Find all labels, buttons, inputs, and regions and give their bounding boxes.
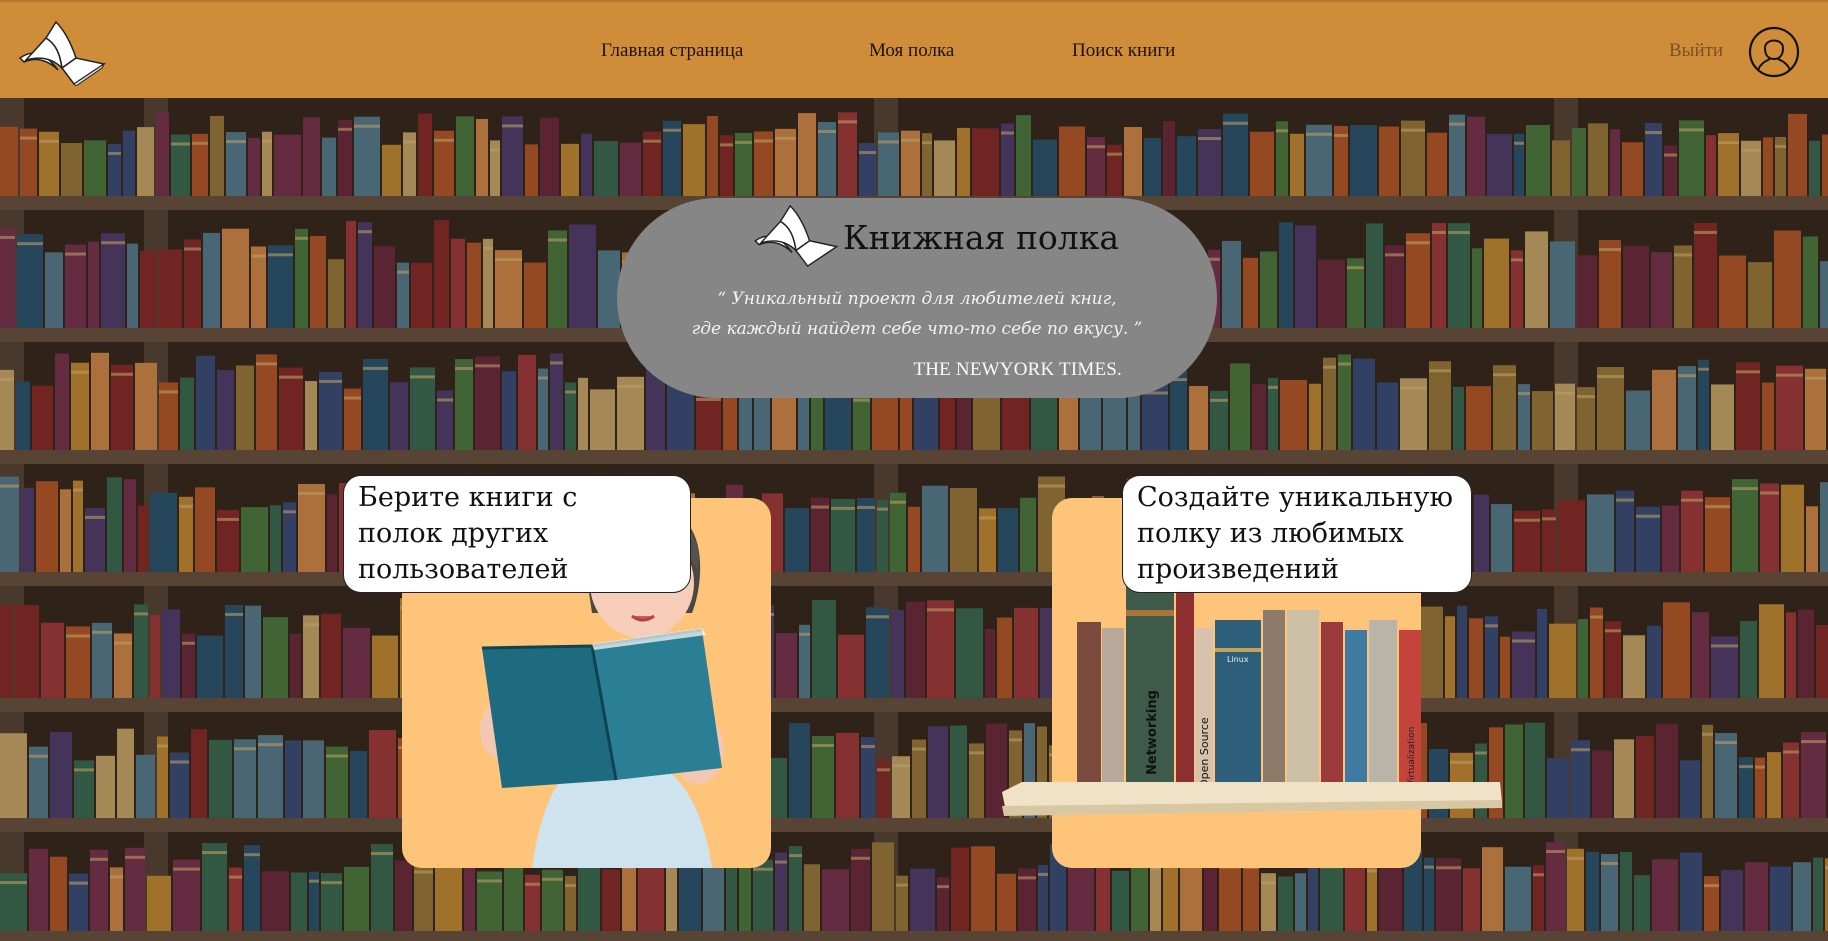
quote-line-2: где каждый найдет себе что-то себе по вк… (691, 319, 1143, 339)
feature-bubble-borrow: Берите книги с полок других пользователе… (343, 475, 691, 593)
feature-bubble-create-shelf: Создайте уникальную полку из любимых про… (1122, 475, 1472, 593)
nav-search-book-link[interactable]: Поиск книги (1072, 40, 1175, 62)
quote-line-1: “ Уникальный проект для любителей книг, (717, 289, 1117, 309)
nav-home-link[interactable]: Главная страница (601, 40, 743, 62)
feature-text-line: пользователей (358, 554, 569, 585)
nav-my-shelf-link[interactable]: Моя полка (869, 40, 954, 62)
open-book-icon (754, 204, 839, 268)
feature-text-line: Создайте уникальную (1137, 482, 1453, 513)
open-book-icon[interactable] (16, 18, 108, 86)
hero-quote-panel: Книжная полка “ Уникальный проект для лю… (617, 198, 1217, 398)
book-spine-label: Virtualization (1407, 727, 1417, 786)
feature-text-line: Берите книги с (358, 482, 578, 513)
logout-link[interactable]: Выйти (1669, 40, 1723, 62)
quote-source: THE NEWYORK TIMES. (913, 359, 1122, 380)
user-profile-icon[interactable] (1748, 26, 1800, 78)
top-navigation-bar: Главная страница Моя полка Поиск книги В… (0, 0, 1828, 98)
feature-text-line: полку из любимых (1137, 518, 1404, 549)
feature-text-line: полок других (358, 518, 549, 549)
feature-text-line: произведений (1137, 554, 1340, 585)
hero-quote: “ Уникальный проект для любителей книг, … (617, 284, 1217, 344)
book-spine-label: Linux (1227, 655, 1249, 664)
book-spine-label: Open Source (1198, 717, 1211, 788)
bookshelf-illustration: Networking Open Source Linux Virtualizat… (1002, 580, 1502, 816)
book-spine-label: Networking (1145, 690, 1160, 775)
site-title: Книжная полка (843, 218, 1119, 257)
